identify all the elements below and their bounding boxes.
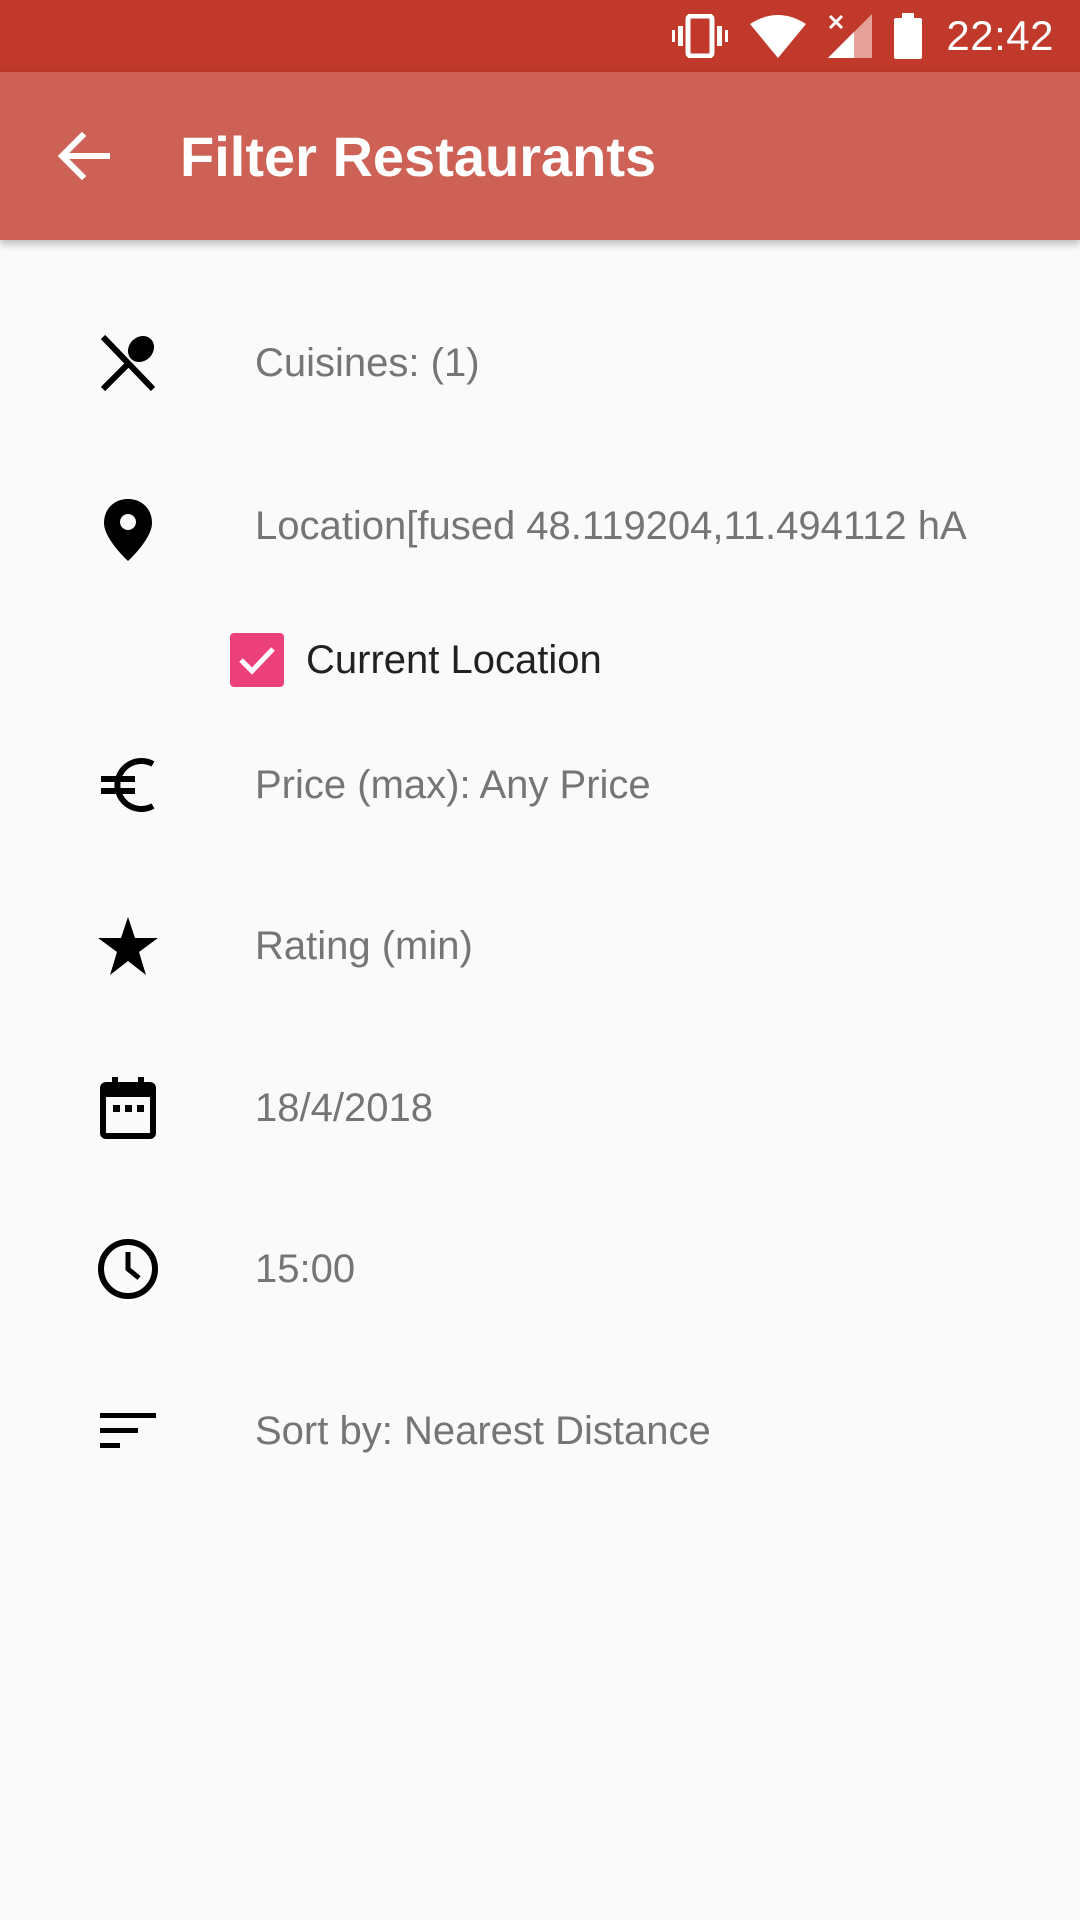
calendar-icon — [96, 1076, 160, 1140]
date-label: 18/4/2018 — [255, 1085, 433, 1130]
arrow-back-icon — [58, 132, 110, 180]
signal-icon — [828, 14, 873, 58]
current-location-checkbox[interactable] — [230, 633, 284, 687]
clock-icon — [96, 1237, 160, 1301]
sort-icon — [96, 1399, 160, 1463]
cuisines-row[interactable]: Cuisines: (1) — [0, 313, 1080, 413]
status-time: 22:42 — [946, 12, 1054, 59]
current-location-label: Current Location — [306, 637, 602, 682]
sort-label: Sort by: Nearest Distance — [255, 1408, 711, 1453]
price-label: Price (max): Any Price — [255, 762, 651, 807]
check-icon — [239, 647, 275, 675]
back-button[interactable] — [48, 120, 120, 192]
cutlery-icon — [96, 331, 160, 395]
price-row[interactable]: Price (max): Any Price — [0, 735, 1080, 835]
wifi-icon — [750, 14, 807, 58]
rating-label: Rating (min) — [255, 923, 473, 968]
date-row[interactable]: 18/4/2018 — [0, 1058, 1080, 1158]
time-row[interactable]: 15:00 — [0, 1219, 1080, 1319]
location-label: Location[fused 48.119204,11.494112 hAcc=… — [255, 504, 967, 560]
status-bar: 22:42 — [0, 0, 1080, 72]
time-label: 15:00 — [255, 1246, 356, 1291]
star-icon — [96, 914, 160, 978]
battery-icon — [894, 13, 923, 59]
cuisines-label: Cuisines: (1) — [255, 340, 480, 385]
euro-icon — [96, 753, 160, 817]
app-bar: Filter Restaurants — [0, 72, 1080, 240]
sort-row[interactable]: Sort by: Nearest Distance — [0, 1381, 1080, 1481]
page-title: Filter Restaurants — [180, 124, 657, 188]
rating-row[interactable]: Rating (min) — [0, 896, 1080, 996]
current-location-toggle[interactable]: Current Location — [230, 630, 602, 690]
vibrate-icon — [672, 14, 729, 58]
location-pin-icon — [96, 498, 160, 562]
